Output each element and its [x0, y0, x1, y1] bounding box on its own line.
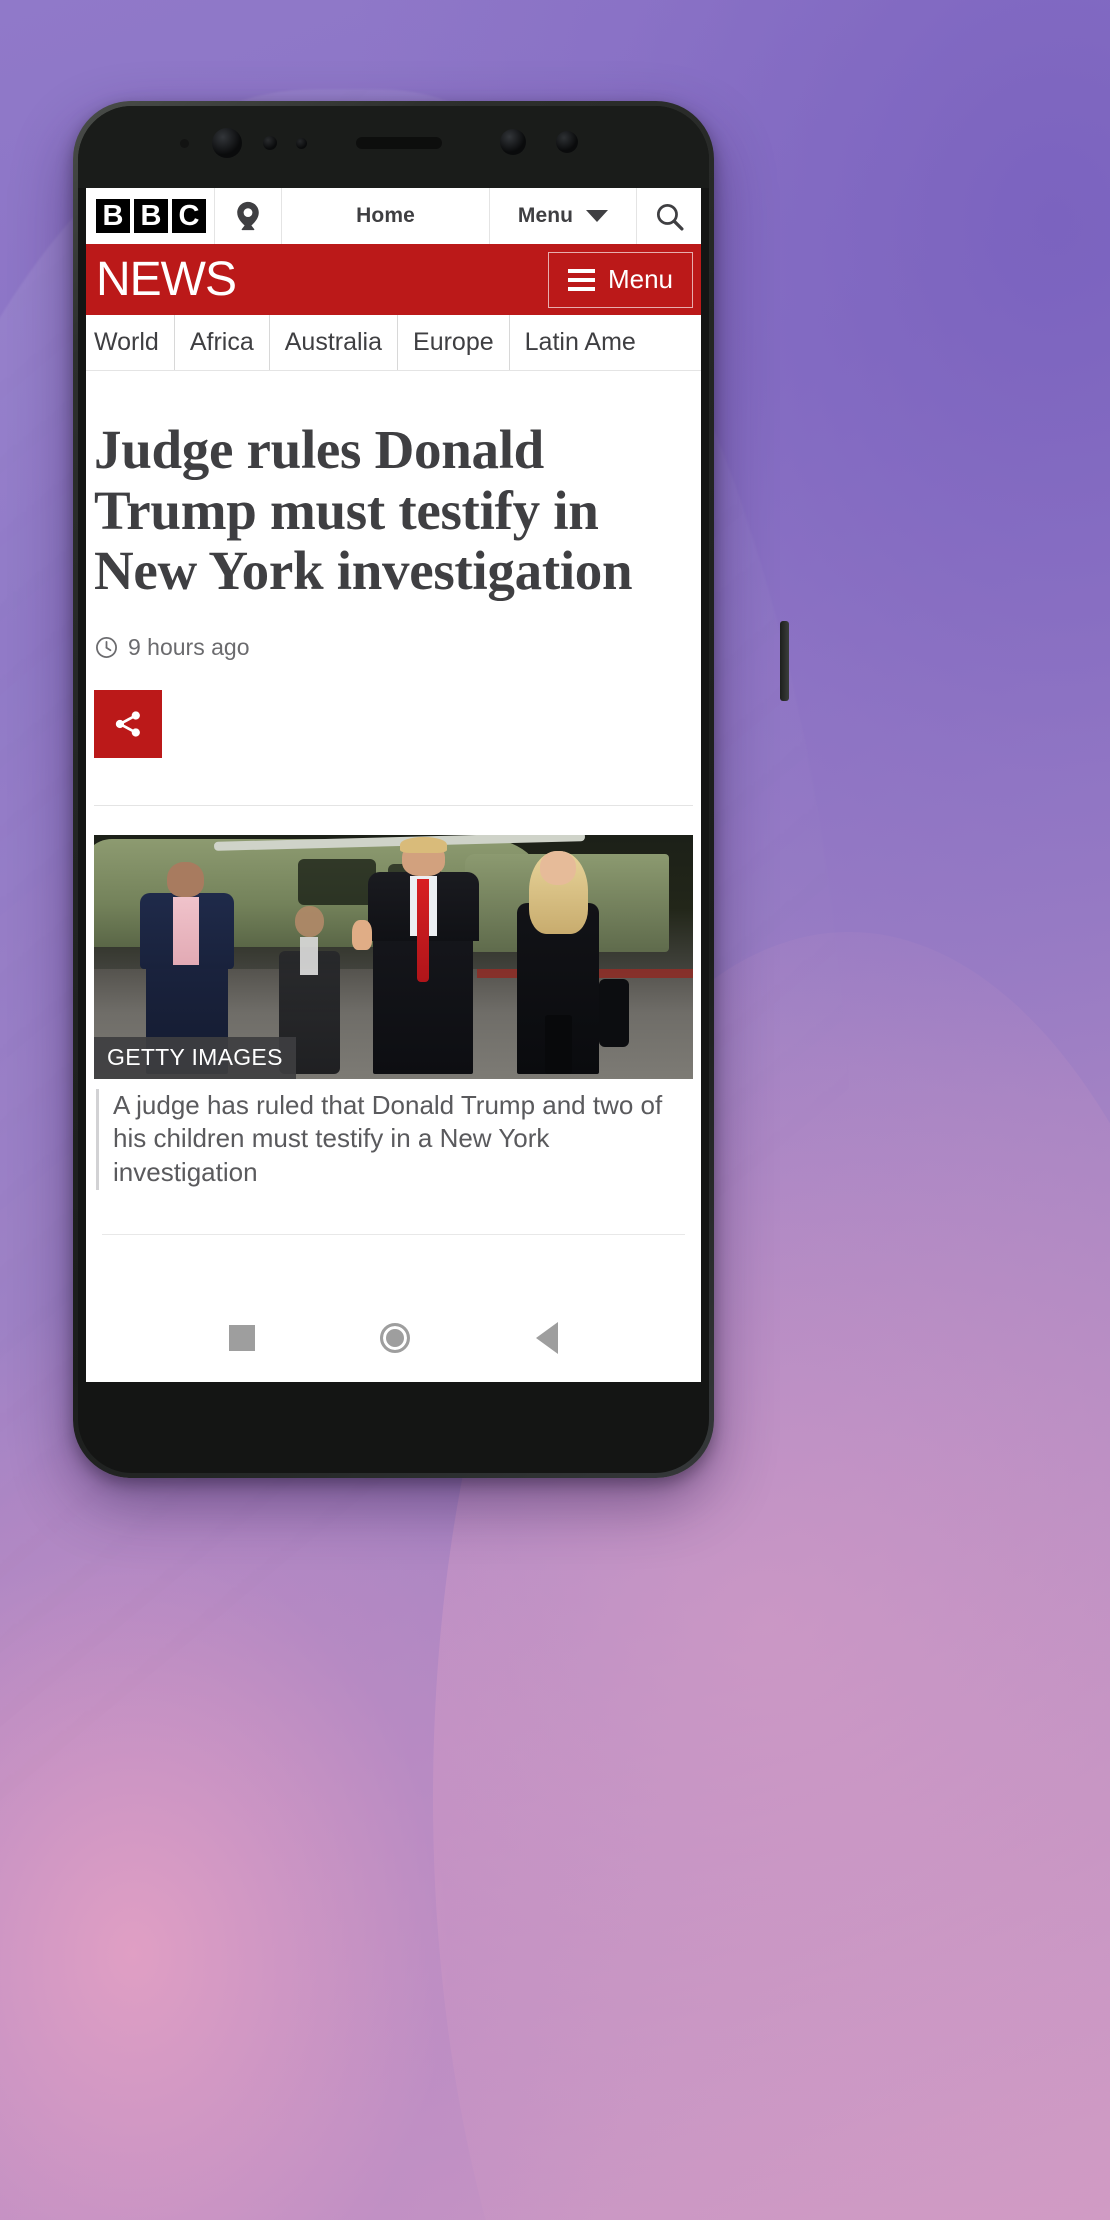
news-menu-label: Menu [607, 264, 673, 294]
nav-search-button[interactable] [637, 188, 701, 244]
home-button[interactable] [380, 1323, 411, 1353]
section-nav[interactable]: World Africa Australia Europe Latin Ame [86, 315, 701, 371]
top-sensor-cluster [78, 106, 709, 188]
bbc-logo-letter-b2: B [134, 199, 168, 233]
share-icon [115, 710, 140, 737]
share-button[interactable] [94, 689, 162, 758]
front-camera-icon [212, 128, 242, 158]
section-tab-europe[interactable]: Europe [398, 315, 510, 370]
section-tab-australia[interactable]: Australia [270, 315, 399, 370]
article-body: Judge rules Donald Trump must testify in… [86, 371, 701, 1235]
photo-credit-badge: GETTY IMAGES [94, 1036, 296, 1079]
recent-apps-button[interactable] [228, 1325, 255, 1351]
article-headline: Judge rules Donald Trump must testify in… [94, 419, 633, 601]
chevron-down-icon [586, 210, 609, 222]
clock-icon [96, 636, 117, 658]
person-ivanka-trump [501, 849, 629, 1074]
account-icon [237, 201, 259, 231]
nav-menu-label: Menu [517, 204, 574, 227]
nav-item-home[interactable]: Home [282, 188, 490, 244]
article-figure: GETTY IMAGES A judge has ruled that Dona… [94, 834, 693, 1190]
power-button[interactable] [780, 621, 789, 701]
front-camera-2-icon [500, 129, 526, 155]
nav-home-label: Home [356, 204, 415, 227]
nav-item-menu[interactable]: Menu [490, 188, 637, 244]
section-tab-world[interactable]: World [94, 315, 175, 370]
front-camera-3-icon [556, 131, 578, 153]
timestamp-text: 9 hours ago [128, 633, 250, 660]
person-donald-trump [352, 837, 490, 1074]
account-button[interactable] [215, 188, 282, 244]
caption-text: A judge has ruled that Donald Trump and … [113, 1089, 663, 1188]
bbc-logo-link[interactable]: B B C [86, 188, 215, 244]
back-button[interactable] [536, 1322, 559, 1354]
article-timestamp: 9 hours ago [94, 634, 693, 661]
proximity-sensor-icon [263, 136, 277, 150]
news-menu-button[interactable]: Menu [547, 251, 693, 308]
section-tab-africa[interactable]: Africa [175, 315, 270, 370]
search-icon [656, 203, 684, 231]
earpiece-speaker [356, 137, 442, 149]
bbc-logo-letter-b1: B [96, 199, 130, 233]
article-photo: GETTY IMAGES [94, 834, 693, 1079]
section-tab-latin-america[interactable]: Latin Ame [510, 315, 651, 370]
bbc-logo: B B C [96, 199, 206, 233]
ir-sensor-icon [180, 139, 189, 148]
light-sensor-icon [296, 138, 307, 149]
section-divider [94, 804, 693, 806]
phone-screen-bezel: B B C Home Menu NEWS Menu World Africa A… [78, 106, 709, 1473]
phone-device-frame: B B C Home Menu NEWS Menu World Africa A… [73, 101, 789, 1478]
photo-caption: A judge has ruled that Donald Trump and … [94, 1088, 693, 1190]
news-masthead: NEWS Menu [86, 244, 701, 315]
phone-screen: B B C Home Menu NEWS Menu World Africa A… [86, 188, 701, 1382]
bbc-global-nav: B B C Home Menu [86, 188, 701, 244]
hamburger-icon [567, 264, 595, 296]
article-bottom-rule [102, 1233, 685, 1235]
news-wordmark[interactable]: NEWS [96, 255, 237, 304]
bbc-logo-letter-c: C [172, 199, 206, 233]
android-system-nav [86, 1294, 701, 1382]
